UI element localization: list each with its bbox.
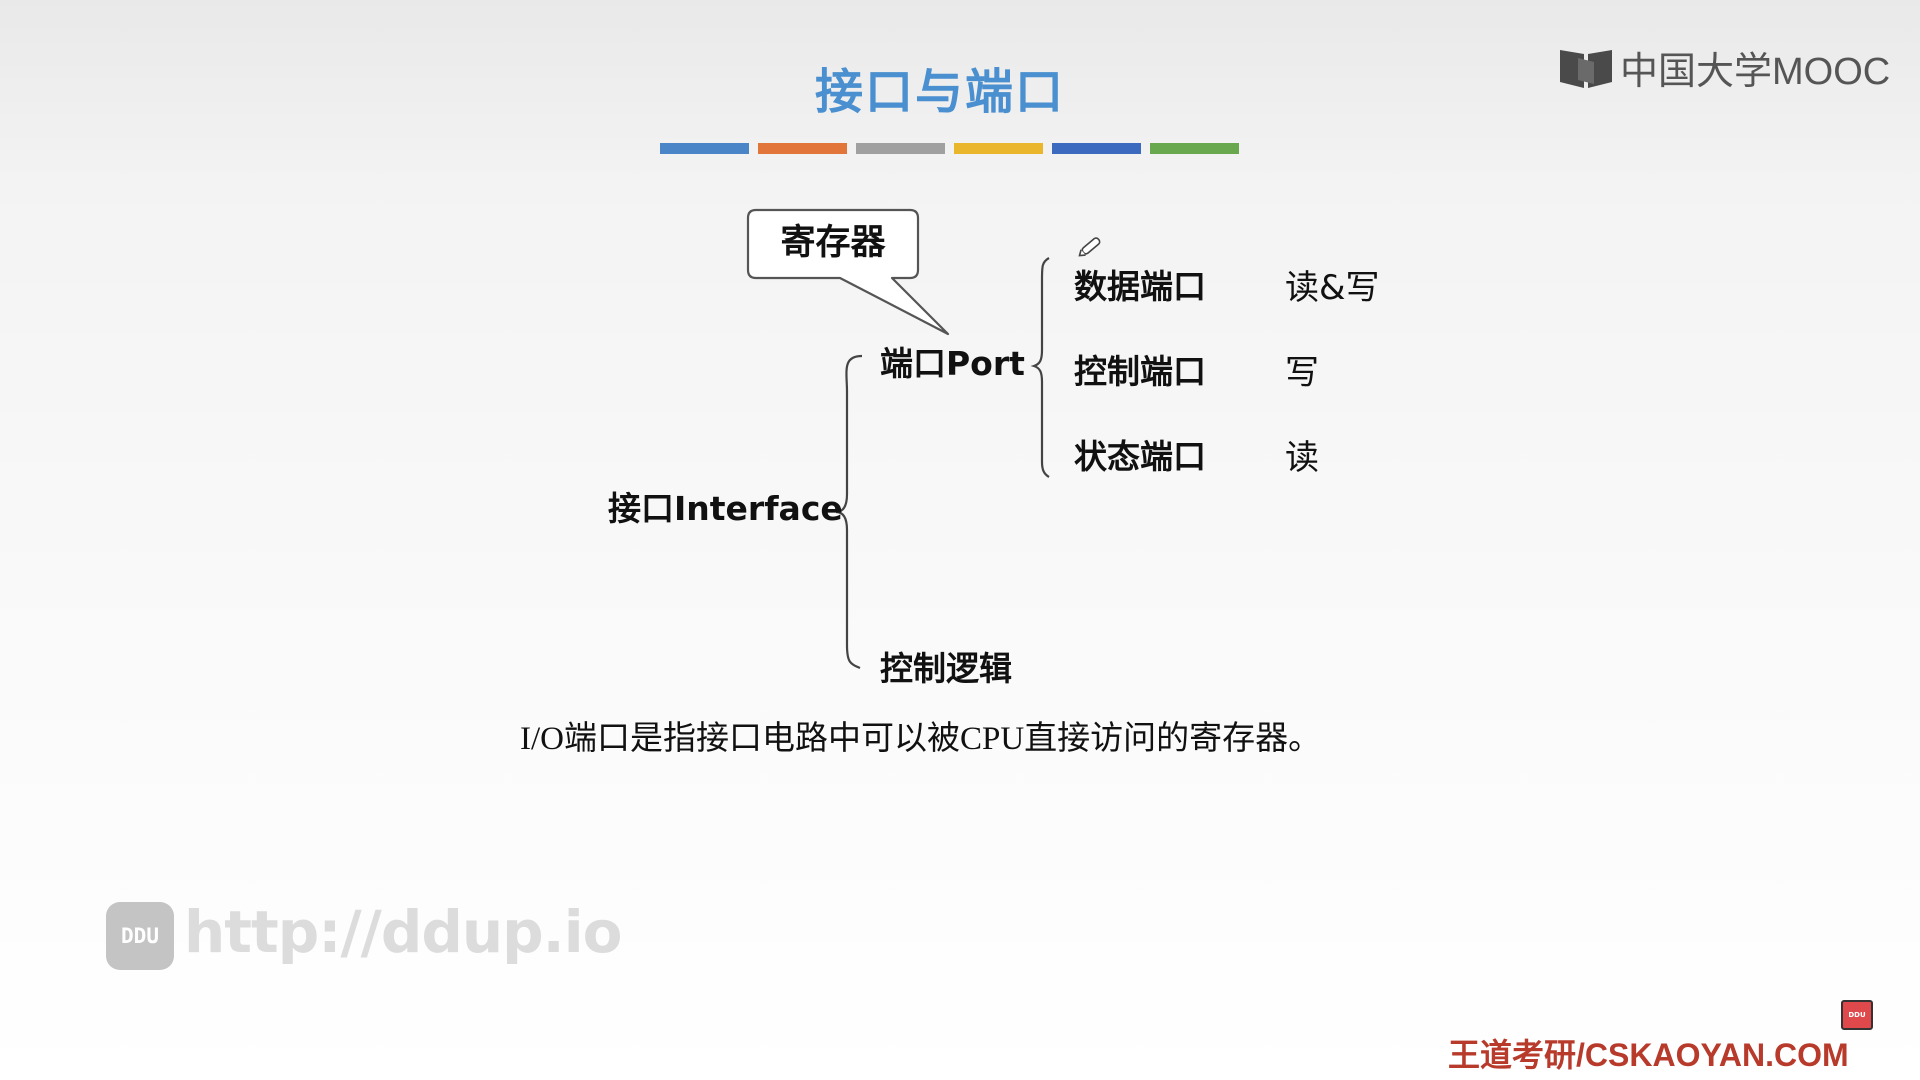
status-port-label: 状态端口 (1074, 437, 1206, 476)
pen-cursor-icon (1078, 237, 1101, 257)
interface-node: 接口Interface (608, 489, 843, 528)
data-port-label: 数据端口 (1074, 267, 1206, 306)
port-brace (1030, 257, 1050, 478)
definition-statement: I/O端口是指接口电路中可以被CPU直接访问的寄存器。 (520, 721, 1322, 757)
data-port-access: 读&写 (1285, 268, 1380, 308)
register-callout-label: 寄存器 (780, 223, 886, 263)
footer-brand: 王道考研/CSKAOYAN.COM (1448, 1037, 1849, 1073)
watermark-url: http://ddup.io (184, 898, 622, 966)
status-port-access: 读 (1285, 438, 1319, 478)
ddu-watermark-badge: DDU (106, 902, 174, 970)
control-logic-node: 控制逻辑 (880, 649, 1012, 688)
chip-icon: DDU (1841, 1000, 1873, 1030)
port-node: 端口Port (880, 344, 1025, 383)
control-port-access: 写 (1285, 353, 1319, 393)
control-port-label: 控制端口 (1074, 352, 1206, 391)
